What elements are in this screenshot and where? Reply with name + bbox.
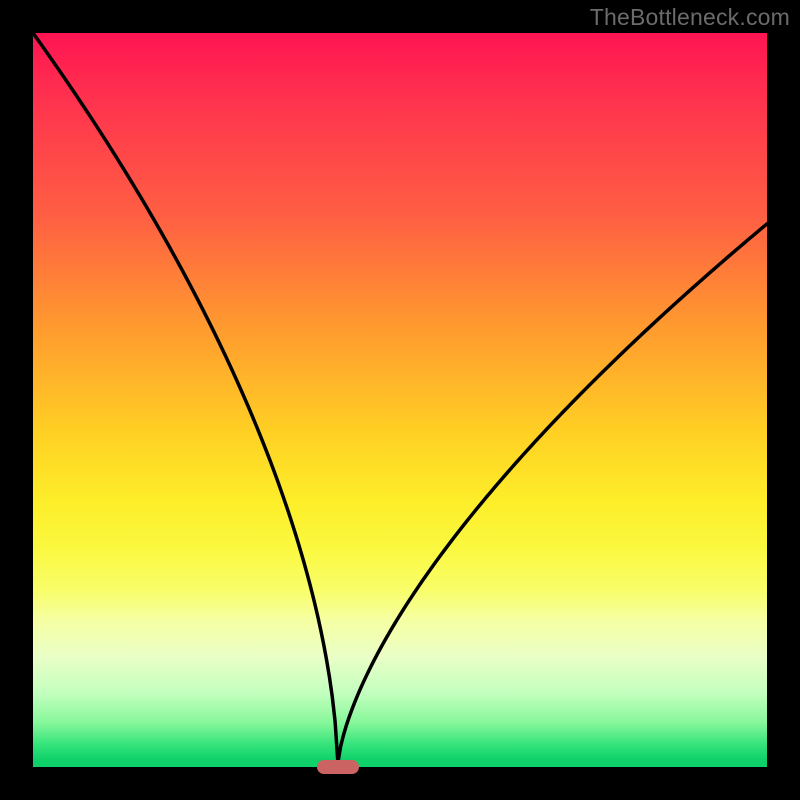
bottleneck-marker — [317, 760, 359, 774]
watermark-text: TheBottleneck.com — [590, 4, 790, 31]
chart-frame: TheBottleneck.com — [0, 0, 800, 800]
curve-svg — [33, 33, 767, 767]
plot-area — [33, 33, 767, 767]
bottleneck-curve-path — [33, 33, 767, 763]
